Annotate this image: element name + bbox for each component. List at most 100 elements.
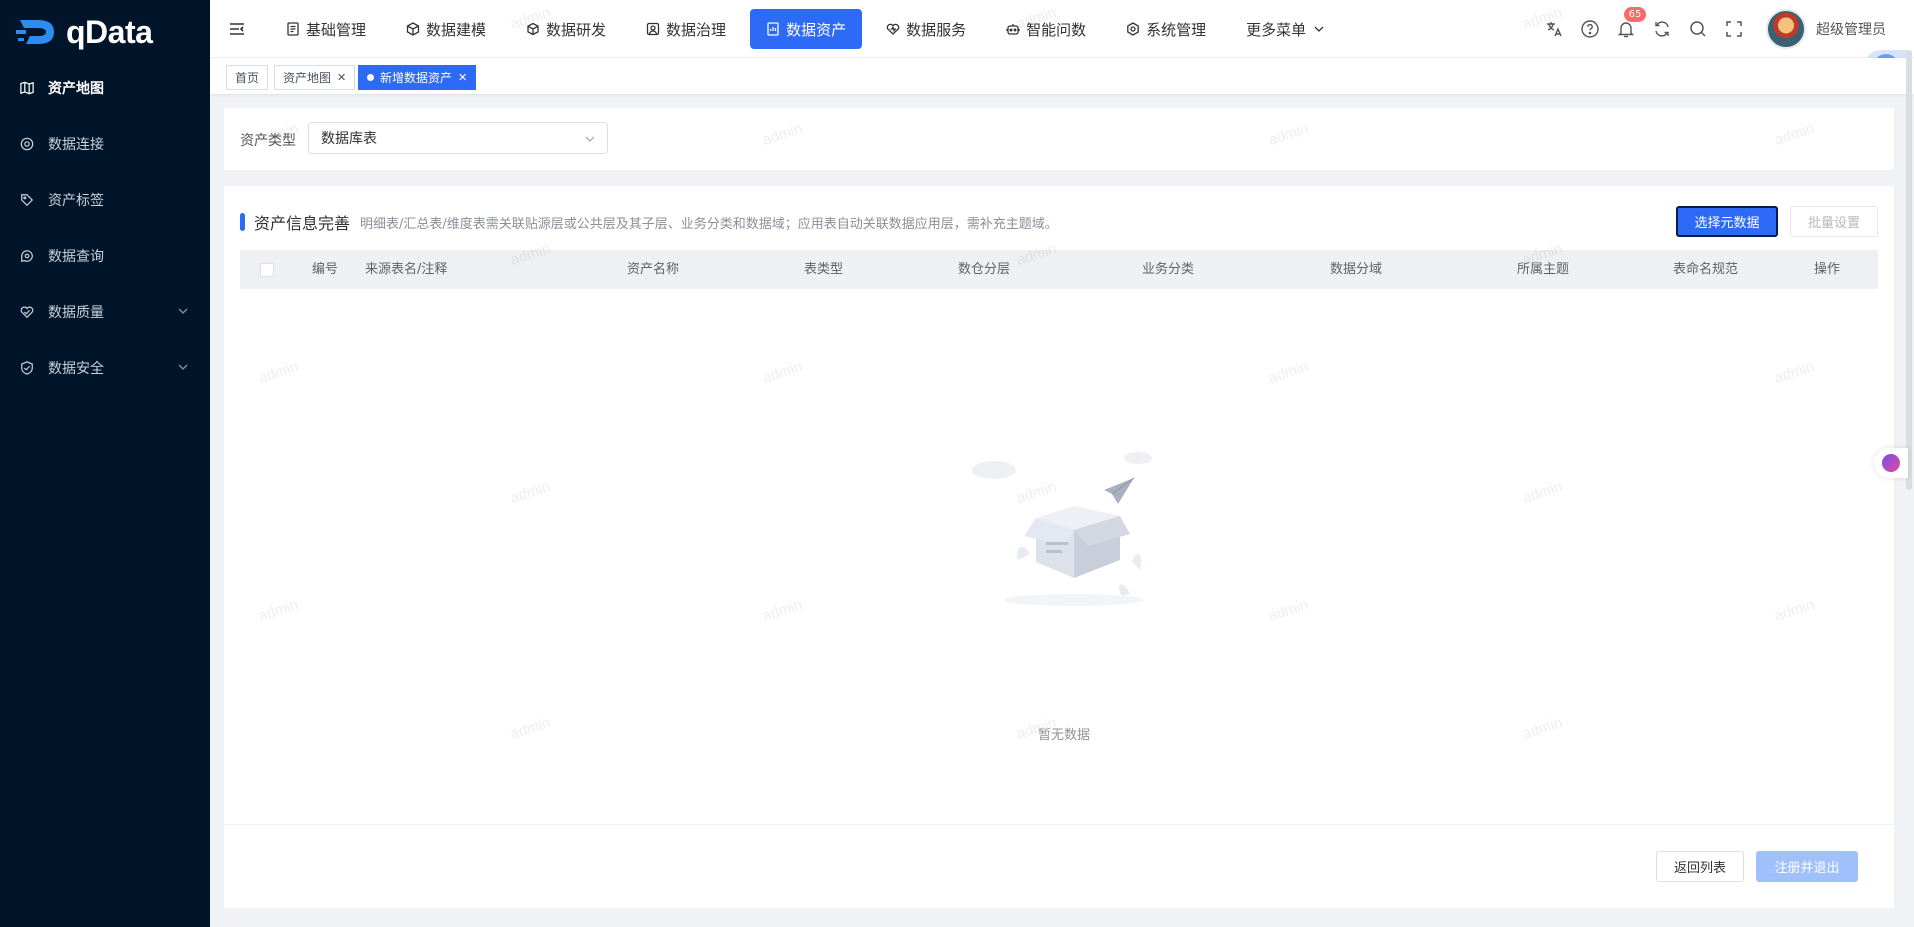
nav-item-label: 数据治理 xyxy=(666,20,727,39)
side-menu: 资产地图 数据连接 资产标签 数据查询 数据质量 数据安全 xyxy=(0,60,210,396)
nav-item-label: 数据服务 xyxy=(906,20,967,39)
sidebar-item-asset-map[interactable]: 资产地图 xyxy=(0,60,210,116)
empty-box-illustration xyxy=(972,452,1152,606)
column-header: 编号 xyxy=(312,262,339,277)
query-icon xyxy=(21,250,33,263)
fullscreen-icon[interactable] xyxy=(1724,19,1744,39)
nav-item-data-services[interactable]: 数据服务 xyxy=(870,9,982,49)
asset-type-label: 资产类型 xyxy=(240,133,296,149)
cube-icon xyxy=(406,22,420,36)
robot-icon xyxy=(1006,24,1020,35)
chevron-down-icon xyxy=(178,308,188,314)
tag-asset-map[interactable]: 资产地图 ✕ xyxy=(274,65,356,90)
topbar: 基础管理 数据建模 数据研发 数据治理 数据资产 数据服务 智能问数 系统管理 … xyxy=(210,0,1914,58)
sidebar-item-label: 数据质量 xyxy=(48,305,104,321)
close-icon[interactable]: ✕ xyxy=(458,71,467,84)
app-root: qData 资产地图 数据连接 资产标签 数据查询 数据质量 数据安全 基础管理… xyxy=(0,0,1914,927)
sidebar-item-label: 数据安全 xyxy=(48,361,104,377)
column-header: 资产名称 xyxy=(627,262,680,277)
document-icon xyxy=(287,22,299,36)
search-icon[interactable] xyxy=(1688,19,1708,39)
column-header: 数仓分层 xyxy=(958,262,1011,277)
sidebar-item-label: 资产地图 xyxy=(48,81,104,97)
tag-icon xyxy=(21,194,34,207)
sidebar-item-data-quality[interactable]: 数据质量 xyxy=(0,284,210,340)
translate-icon[interactable] xyxy=(1544,19,1564,39)
chevron-down-icon xyxy=(585,136,595,142)
chevron-down-icon xyxy=(1314,26,1324,32)
refresh-icon[interactable] xyxy=(1652,19,1672,39)
column-header: 所属主题 xyxy=(1517,262,1570,277)
nav-item-data-governance[interactable]: 数据治理 xyxy=(630,9,742,49)
tag-new-data-asset[interactable]: 新增数据资产 ✕ xyxy=(358,65,477,90)
column-header: 业务分类 xyxy=(1142,262,1195,277)
nav-item-system-management[interactable]: 系统管理 xyxy=(1110,9,1222,49)
chevron-down-icon xyxy=(178,364,188,370)
section-title: 资产信息完善 xyxy=(254,214,351,233)
nav-item-label: 系统管理 xyxy=(1146,20,1207,39)
nav-item-label: 智能问数 xyxy=(1026,20,1087,39)
column-header: 表类型 xyxy=(804,262,844,277)
ai-assistant-icon xyxy=(1882,454,1900,472)
brand-logo[interactable]: qData xyxy=(16,12,153,52)
help-icon[interactable] xyxy=(1580,19,1600,39)
footer-divider xyxy=(224,824,1894,825)
active-dot-icon xyxy=(367,74,374,81)
nav-item-label: 数据资产 xyxy=(786,20,847,39)
nav-item-basic-management[interactable]: 基础管理 xyxy=(270,9,382,49)
asset-type-select[interactable]: 数据库表 xyxy=(308,122,608,154)
nav-item-label: 更多菜单 xyxy=(1246,20,1307,39)
column-header: 表命名规范 xyxy=(1673,262,1739,277)
ai-assistant-button[interactable] xyxy=(1874,448,1908,478)
batch-settings-button[interactable]: 批量设置 xyxy=(1790,206,1878,237)
select-metadata-button[interactable]: 选择元数据 xyxy=(1676,206,1778,237)
back-to-list-button[interactable]: 返回列表 xyxy=(1656,851,1744,882)
asset-info-card: 资产信息完善 明细表/汇总表/维度表需关联贴源层或公共层及其子层、业务分类和数据… xyxy=(224,186,1894,908)
quality-icon xyxy=(20,306,34,319)
close-icon[interactable]: ✕ xyxy=(337,71,346,84)
tag-home[interactable]: 首页 xyxy=(226,65,269,90)
shield-icon xyxy=(21,361,33,375)
asset-icon xyxy=(767,22,779,36)
register-and-exit-button[interactable]: 注册并退出 xyxy=(1756,851,1858,882)
map-icon xyxy=(20,81,34,95)
tag-label: 新增数据资产 xyxy=(380,71,453,85)
sidebar-item-label: 数据查询 xyxy=(48,249,104,265)
nav-item-data-development[interactable]: 数据研发 xyxy=(510,9,622,49)
heart-icon xyxy=(886,23,900,35)
select-all-checkbox[interactable] xyxy=(260,263,274,277)
sidebar-item-data-query[interactable]: 数据查询 xyxy=(0,228,210,284)
column-header: 数据分域 xyxy=(1330,262,1383,277)
asset-type-value: 数据库表 xyxy=(321,131,377,147)
top-tools: 65 超级管理员 xyxy=(1544,0,1914,58)
box-icon xyxy=(527,22,539,36)
sidebar-item-data-connection[interactable]: 数据连接 xyxy=(0,116,210,172)
sidebar-item-label: 数据连接 xyxy=(48,137,104,153)
tags-view: 首页 资产地图 ✕ 新增数据资产 ✕ xyxy=(210,58,1914,94)
nav-item-data-modeling[interactable]: 数据建模 xyxy=(390,9,502,49)
table-header: 编号 来源表名/注释 资产名称 表类型 数仓分层 业务分类 数据分域 所属主题 … xyxy=(240,250,1878,289)
nav-item-more-menu[interactable]: 更多菜单 xyxy=(1230,9,1340,49)
nav-item-data-assets[interactable]: 数据资产 xyxy=(750,9,863,49)
nav-item-smart-query[interactable]: 智能问数 xyxy=(990,9,1102,49)
logo-icon xyxy=(16,20,54,44)
avatar[interactable] xyxy=(1766,9,1806,49)
governance-icon xyxy=(646,22,660,36)
user-name[interactable]: 超级管理员 xyxy=(1816,19,1886,39)
tag-label: 资产地图 xyxy=(283,71,332,85)
notification-badge: 65 xyxy=(1624,7,1646,22)
top-nav: 基础管理 数据建模 数据研发 数据治理 数据资产 数据服务 智能问数 系统管理 … xyxy=(270,0,1348,58)
page-scrollbar[interactable] xyxy=(1906,50,1912,490)
section-accent-bar xyxy=(240,213,245,231)
notification-button[interactable]: 65 xyxy=(1616,7,1646,39)
nav-item-label: 数据研发 xyxy=(546,20,607,39)
sidebar-item-asset-tags[interactable]: 资产标签 xyxy=(0,172,210,228)
nav-item-label: 基础管理 xyxy=(306,20,367,39)
menu-fold-icon[interactable] xyxy=(228,20,246,38)
sidebar-item-data-security[interactable]: 数据安全 xyxy=(0,340,210,396)
tag-label: 首页 xyxy=(235,71,260,85)
settings-icon xyxy=(1127,22,1139,36)
column-header: 来源表名/注释 xyxy=(365,262,448,277)
nav-item-label: 数据建模 xyxy=(426,20,487,39)
sidebar: qData 资产地图 数据连接 资产标签 数据查询 数据质量 数据安全 xyxy=(0,0,210,927)
